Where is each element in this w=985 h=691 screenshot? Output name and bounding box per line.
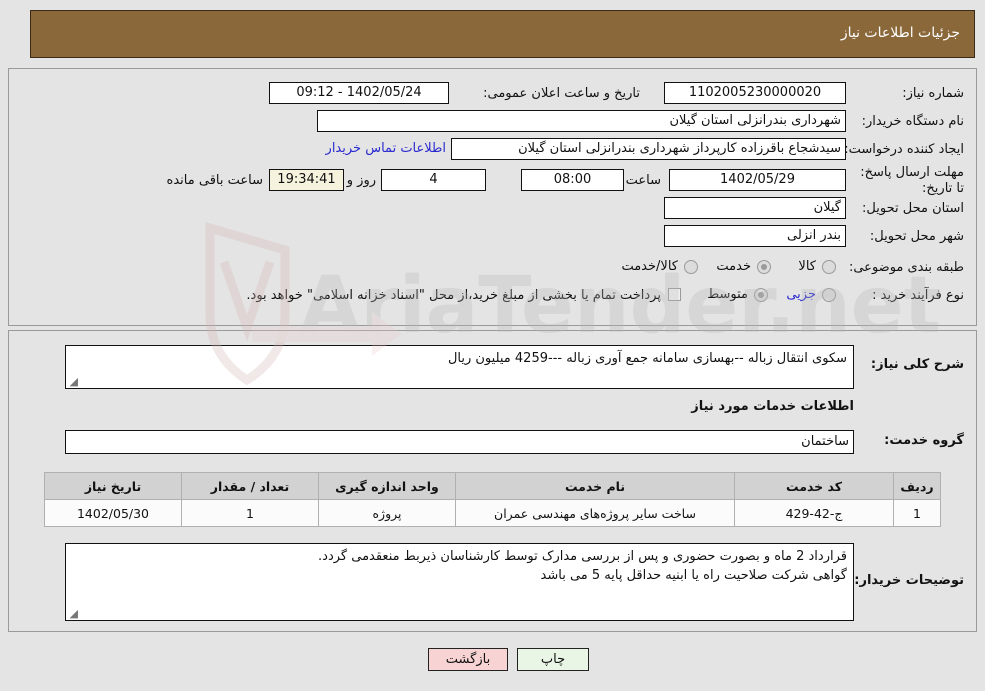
city-label: شهر محل تحویل: — [869, 229, 964, 244]
services-table: ردیف کد خدمت نام خدمت واحد اندازه گیری ت… — [44, 472, 941, 527]
cell-date: 1402/05/30 — [44, 499, 182, 527]
cell-row: 1 — [893, 499, 941, 527]
requester-label: ایجاد کننده درخواست: — [844, 142, 964, 157]
need-number-label: شماره نیاز: — [902, 86, 964, 101]
back-button[interactable]: بازگشت — [428, 648, 508, 671]
buyer-contact-link[interactable]: اطلاعات تماس خریدار — [326, 141, 446, 156]
page-title: جزئیات اطلاعات نیاز — [840, 25, 960, 41]
col-code: کد خدمت — [734, 472, 894, 500]
cell-unit: پروژه — [318, 499, 456, 527]
table-header-row: ردیف کد خدمت نام خدمت واحد اندازه گیری ت… — [44, 472, 941, 500]
remaining-days-value[interactable]: 4 — [381, 169, 486, 191]
days-label: روز و — [346, 173, 376, 188]
treasury-note: پرداخت تمام یا بخشی از مبلغ خرید،از محل … — [246, 288, 661, 303]
radio-category-goods[interactable] — [822, 260, 836, 274]
radio-process-minor[interactable] — [822, 288, 836, 302]
announce-value[interactable]: 1402/05/24 - 09:12 — [269, 82, 449, 104]
col-qty: تعداد / مقدار — [181, 472, 319, 500]
radio-process-minor-label: جزیی — [786, 287, 816, 302]
city-value[interactable]: بندر انزلی — [664, 225, 846, 247]
resize-grip-icon[interactable]: ◢ — [68, 376, 78, 387]
deadline-time-value[interactable]: 08:00 — [521, 169, 624, 191]
cell-code: ج-42-429 — [734, 499, 894, 527]
process-label: نوع فرآیند خرید : — [872, 288, 964, 303]
radio-category-service[interactable] — [757, 260, 771, 274]
buyer-org-value[interactable]: شهرداری بندرانزلی استان گیلان — [317, 110, 846, 132]
services-section-title: اطلاعات خدمات مورد نیاز — [691, 399, 854, 414]
hour-label: ساعت — [625, 173, 661, 188]
deadline-date-value[interactable]: 1402/05/29 — [669, 169, 846, 191]
service-group-value[interactable]: ساختمان — [65, 430, 854, 454]
radio-category-goods-label: کالا — [798, 259, 816, 274]
table-row: 1 ج-42-429 ساخت سایر پروژه‌های مهندسی عم… — [44, 499, 941, 527]
description-text: سکوی انتقال زباله --بهسازی سامانه جمع آو… — [447, 351, 847, 366]
page-header: جزئیات اطلاعات نیاز — [30, 10, 975, 58]
requester-value[interactable]: سیدشجاع باقرزاده کارپرداز شهرداری بندران… — [451, 138, 846, 160]
announce-label: تاریخ و ساعت اعلان عمومی: — [483, 86, 640, 101]
buyer-org-label: نام دستگاه خریدار: — [861, 114, 964, 129]
province-label: استان محل تحویل: — [862, 201, 964, 216]
countdown-value: 19:34:41 — [269, 169, 344, 191]
col-unit: واحد اندازه گیری — [318, 472, 456, 500]
cell-qty: 1 — [181, 499, 319, 527]
col-date: تاریخ نیاز — [44, 472, 182, 500]
description-textarea[interactable]: سکوی انتقال زباله --بهسازی سامانه جمع آو… — [65, 345, 854, 389]
cell-name: ساخت سایر پروژه‌های مهندسی عمران — [455, 499, 735, 527]
need-info-panel: شماره نیاز: 1102005230000020 تاریخ و ساع… — [8, 68, 977, 326]
radio-category-service-label: خدمت — [716, 259, 751, 274]
col-name: نام خدمت — [455, 472, 735, 500]
description-label: شرح کلی نیاز: — [870, 357, 964, 372]
col-row: ردیف — [893, 472, 941, 500]
radio-category-goods-service-label: کالا/خدمت — [621, 259, 678, 274]
radio-category-goods-service[interactable] — [684, 260, 698, 274]
buyer-notes-textarea[interactable]: قرارداد 2 ماه و بصورت حضوری و پس از بررس… — [65, 543, 854, 621]
treasury-checkbox[interactable] — [668, 288, 681, 301]
service-group-label: گروه خدمت: — [884, 433, 964, 448]
buyer-notes-label: توضیحات خریدار: — [854, 573, 964, 588]
radio-process-medium-label: متوسط — [707, 287, 748, 302]
radio-process-medium[interactable] — [754, 288, 768, 302]
need-number-value[interactable]: 1102005230000020 — [664, 82, 846, 104]
province-value[interactable]: گیلان — [664, 197, 846, 219]
buyer-notes-line1: قرارداد 2 ماه و بصورت حضوری و پس از بررس… — [318, 549, 847, 564]
buyer-notes-line2: گواهی شرکت صلاحیت راه یا ابنیه حداقل پای… — [540, 568, 847, 583]
remaining-label: ساعت باقی مانده — [166, 173, 263, 188]
category-label: طبقه بندی موضوعی: — [848, 260, 964, 275]
print-button[interactable]: چاپ — [517, 648, 589, 671]
resize-grip-icon[interactable]: ◢ — [68, 608, 78, 619]
deadline-label: مهلت ارسال پاسخ: تا تاریخ: — [860, 165, 964, 196]
